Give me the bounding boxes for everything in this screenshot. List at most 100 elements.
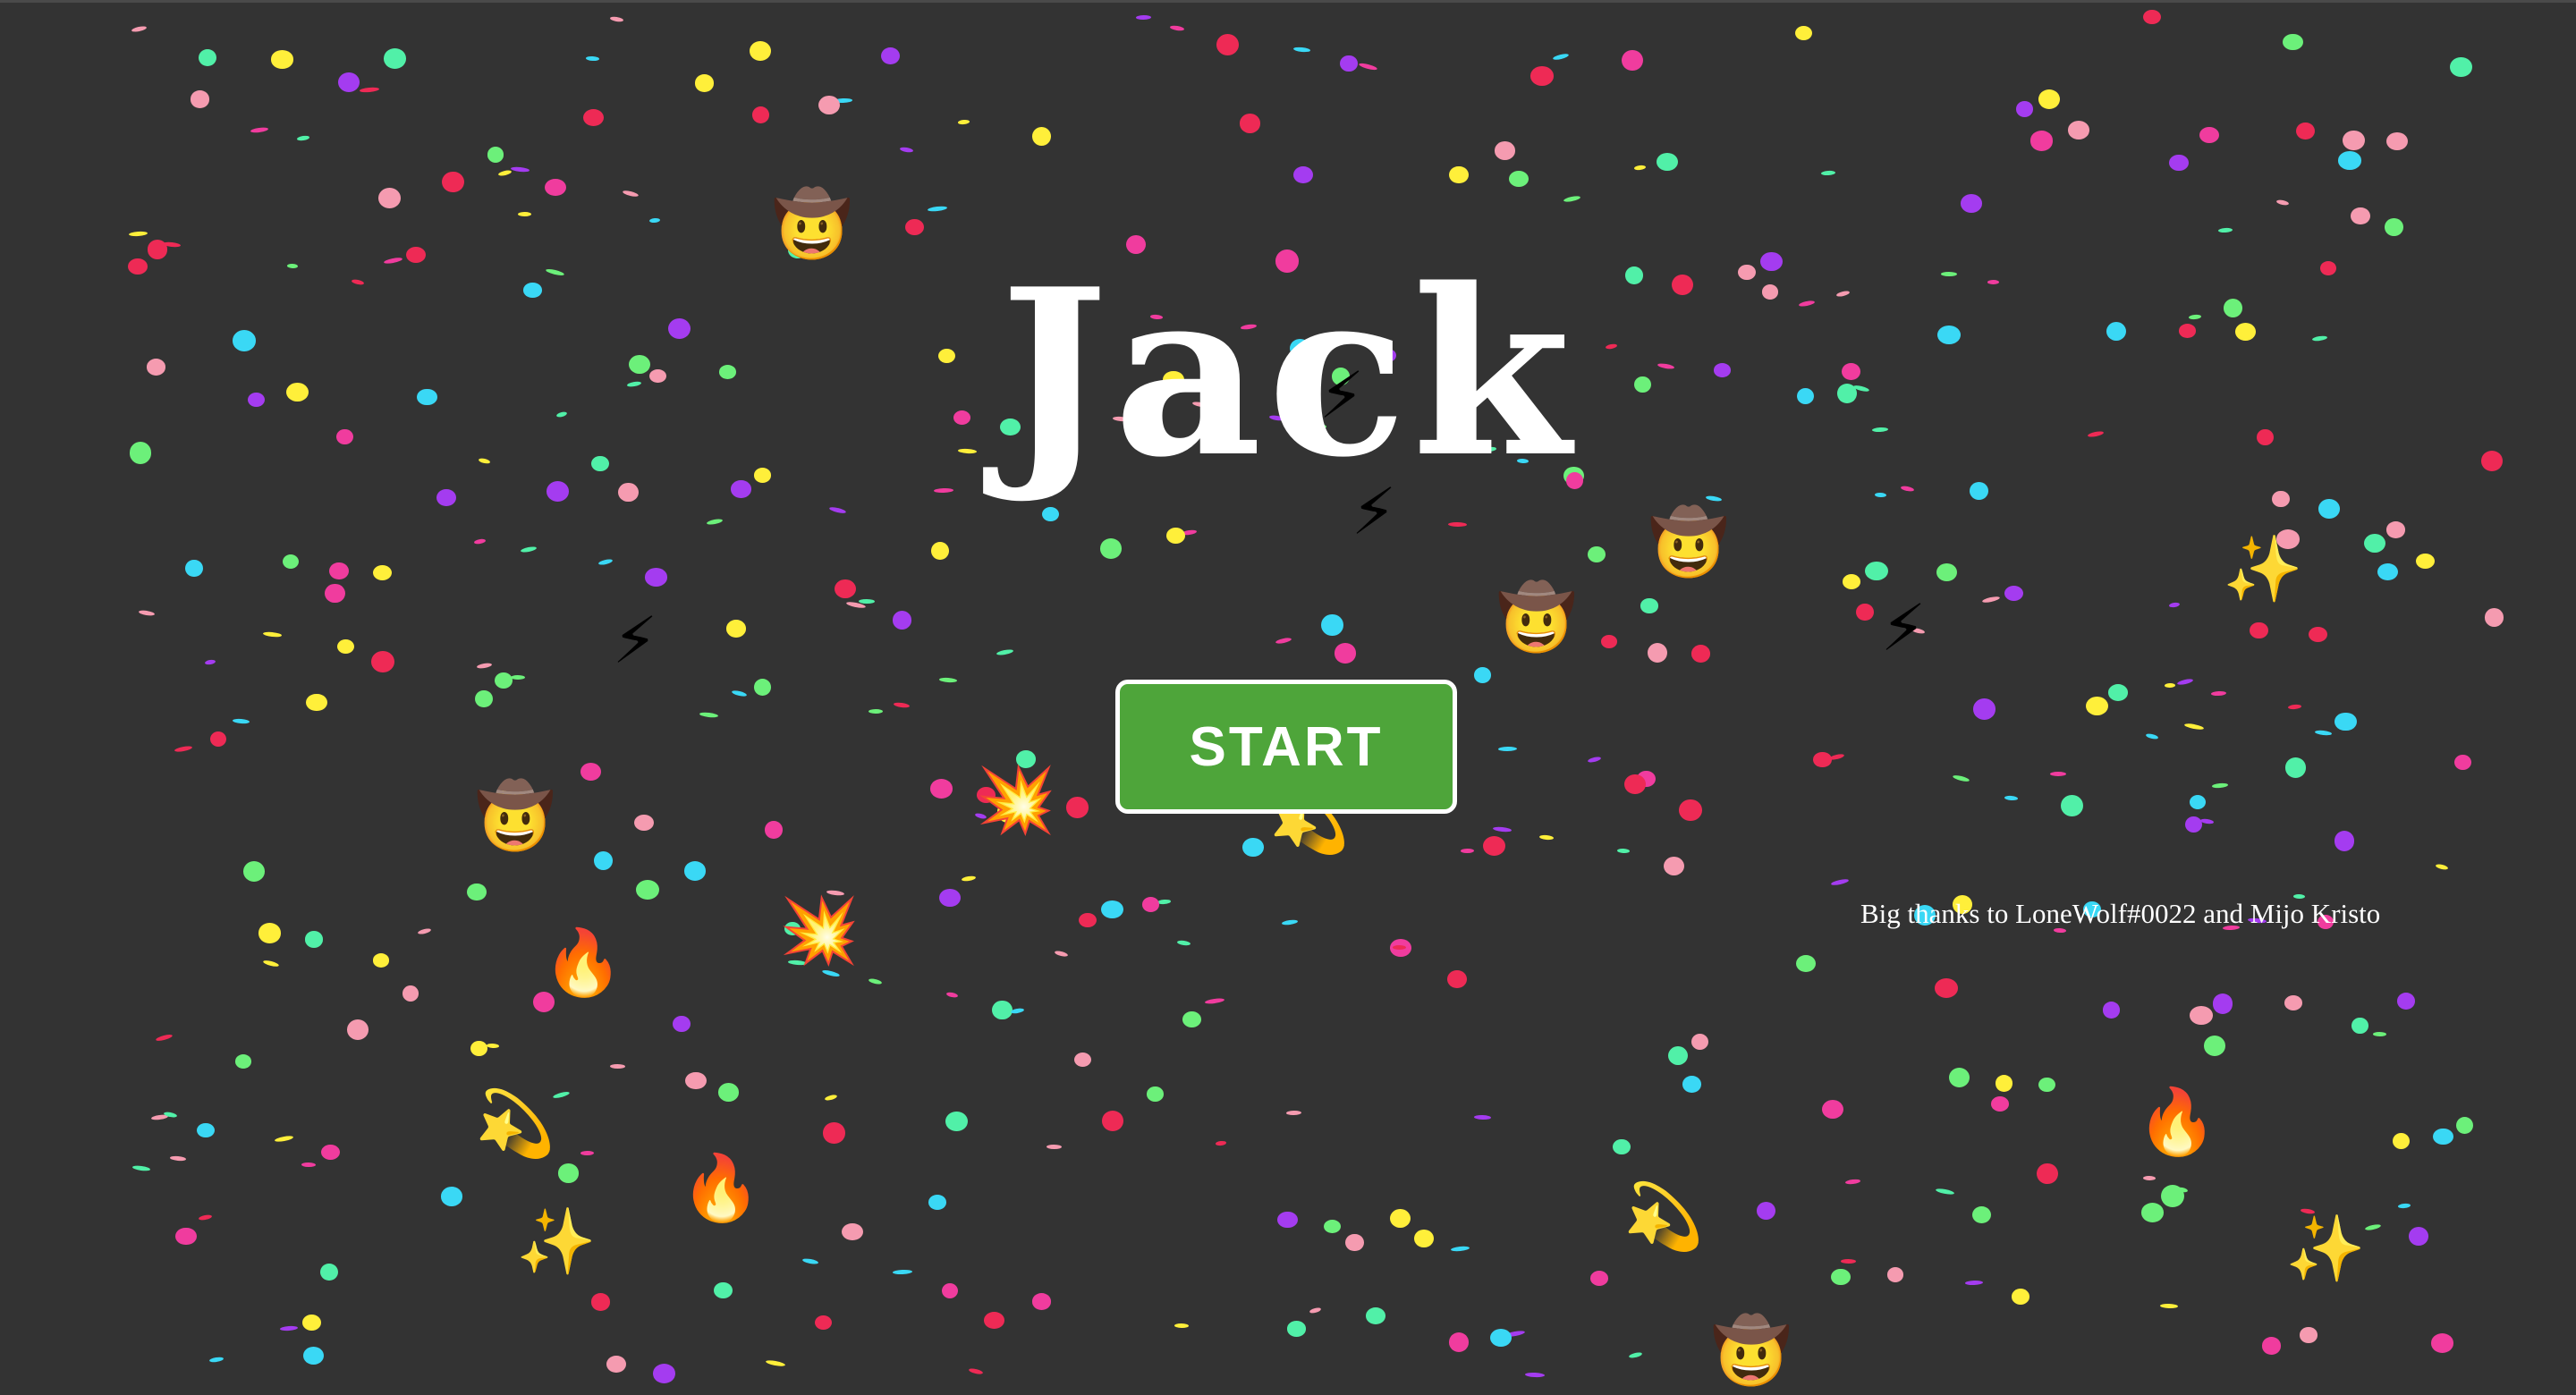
confetti-piece [262,630,282,638]
confetti-piece [1504,1329,1526,1338]
confetti-piece [880,46,901,65]
confetti-piece [1181,529,1198,537]
confetti-piece [1010,1008,1024,1015]
confetti-piece [162,241,181,249]
confetti-piece [784,921,801,936]
confetti-piece [2085,696,2108,716]
confetti-piece [372,564,392,580]
confetti-piece [622,190,639,199]
confetti-piece [235,1053,252,1069]
confetti-piece [2160,1303,2179,1308]
confetti-piece [1286,1321,1307,1337]
confetti-piece [1952,774,1970,783]
confetti-piece [2183,722,2204,731]
confetti-piece [648,217,660,224]
confetti-piece [899,146,914,154]
confetti-piece [939,888,962,908]
confetti-piece [1657,153,1678,172]
confetti-piece [933,487,953,494]
confetti-piece [718,1083,740,1102]
confetti-piece [2409,1227,2429,1247]
confetti-piece [684,1071,707,1090]
top-border [0,0,2576,3]
confetti-piece [1990,1095,2010,1112]
confetti-piece [1842,573,1861,589]
confetti-piece [1205,997,1225,1005]
confetti-piece [1483,836,1506,857]
confetti-piece [301,1162,316,1168]
confetti-piece [1633,165,1647,171]
confetti-piece [1216,34,1239,56]
lightning-emoji: ⚡ [612,603,658,678]
confetti-piece [486,1043,500,1049]
confetti-piece [1099,537,1123,560]
confetti-piece [1821,1099,1843,1119]
confetti-piece [725,620,746,638]
confetti-piece [1135,14,1152,21]
confetti-piece [1524,1372,1545,1378]
confetti-piece [2145,732,2159,740]
confetti-piece [2061,794,2084,817]
confetti-piece [765,1359,785,1368]
confetti-piece [1474,667,1492,683]
confetti-piece [473,537,487,545]
confetti-piece [1856,603,1874,621]
confetti-piece [197,1123,215,1138]
confetti-piece [606,1355,626,1373]
sparkles-emoji: ✨ [516,1204,597,1279]
confetti-piece [1682,1075,1701,1093]
confetti-piece [2161,1184,2184,1207]
fire-emoji: 🔥 [681,1150,761,1225]
confetti-piece [2142,1176,2156,1181]
confetti-piece [2386,132,2409,151]
confetti-piece [346,1019,369,1040]
confetti-piece [1887,1267,1904,1282]
confetti-piece [1864,561,1888,580]
confetti-piece [1563,194,1581,203]
confetti-piece [1668,1045,1689,1066]
confetti-piece [945,991,958,999]
confetti-piece [928,205,948,212]
confetti-piece [359,86,379,93]
confetti-piece [1275,637,1292,645]
confetti-piece [2284,994,2303,1010]
confetti-piece [868,977,882,985]
confetti-piece [1389,939,1411,957]
confetti-piece [945,1111,968,1132]
confetti-piece [1795,25,1812,41]
confetti-piece [402,985,419,1002]
confetti-piece [274,1135,294,1143]
confetti-piece [1622,49,1643,72]
start-button[interactable]: START [1115,680,1457,814]
confetti-piece [713,1281,733,1299]
confetti-piece [754,679,772,696]
sparkles-emoji: ✨ [2223,531,2303,606]
game-title: Jack [999,240,1577,508]
confetti-piece [1073,1052,1091,1067]
confetti-piece [2343,130,2365,151]
explosion-emoji: 💥 [976,762,1056,837]
confetti-piece [984,1312,1005,1330]
confetti-piece [815,1315,832,1331]
confetti-piece [378,187,401,208]
confetti-piece [636,880,660,900]
confetti-piece [1530,66,1554,86]
confetti-piece [822,1122,845,1144]
confetti-piece [1066,797,1089,819]
confetti-piece [2415,553,2436,570]
confetti-piece [270,50,293,69]
confetti-piece [1493,825,1513,833]
confetti-piece [1601,635,1618,648]
confetti-piece [1647,643,1668,664]
confetti-piece [199,48,217,66]
confetti-piece [1042,506,1059,521]
confetti-piece [532,992,555,1013]
confetti-piece [262,960,280,968]
confetti-piece [131,1164,151,1172]
confetti-piece [2261,1337,2282,1355]
confetti-piece [1613,1139,1631,1155]
confetti-piece [1335,643,1356,664]
confetti-piece [2351,207,2370,225]
confetti-piece [2175,1186,2189,1194]
confetti-piece [610,15,624,22]
